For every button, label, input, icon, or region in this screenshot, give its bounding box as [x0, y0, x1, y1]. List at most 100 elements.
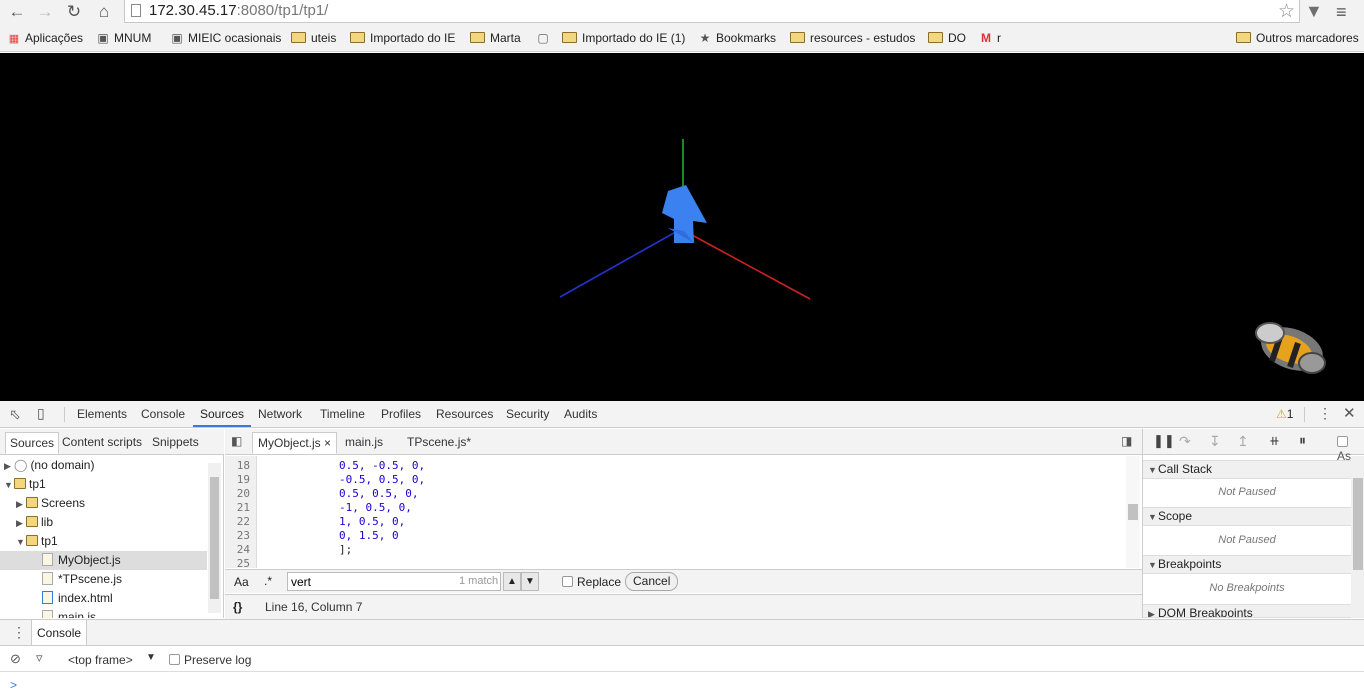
nav-tab-snippets[interactable]: Snippets	[152, 435, 199, 449]
tree-item-tp1-root[interactable]: ▼ tp1	[0, 475, 207, 494]
tab-audits[interactable]: Audits	[564, 407, 597, 421]
pretty-print-button[interactable]: {}	[233, 600, 242, 614]
bookmark-gmail[interactable]: Mr	[979, 31, 1001, 47]
bookmark-uteis[interactable]: uteis	[291, 31, 336, 47]
cancel-button[interactable]: Cancel	[625, 572, 679, 591]
tree-item-tpscene-js[interactable]: *TPscene.js	[0, 570, 207, 589]
device-mode-icon[interactable]: ▯	[37, 405, 45, 422]
menu-icon[interactable]: ≡	[1336, 2, 1347, 23]
tree-label: index.html	[58, 591, 113, 605]
code-line[interactable]: 1, 0.5, 0,	[339, 515, 405, 528]
toggle-debugger-icon[interactable]: ◨	[1121, 434, 1132, 448]
code-line[interactable]: 0.5, 0.5, 0,	[339, 487, 418, 500]
code-line[interactable]: -0.5, 0.5, 0,	[339, 473, 425, 486]
context-selector[interactable]: <top frame>	[68, 653, 133, 667]
forward-arrow-icon[interactable]: →	[34, 2, 56, 22]
reload-icon[interactable]: ↻	[63, 2, 85, 22]
pause-on-exceptions-icon[interactable]: ⏸	[1299, 432, 1306, 449]
call-stack-header[interactable]: ▼Call Stack	[1143, 460, 1351, 479]
tree-item-tp1[interactable]: ▼ tp1	[0, 532, 207, 551]
drawer-tab-console[interactable]: Console	[31, 620, 88, 645]
code-line[interactable]: ];	[339, 543, 352, 556]
inspect-element-icon[interactable]: ⬁	[9, 406, 21, 423]
tab-resources[interactable]: Resources	[436, 407, 493, 421]
address-bar[interactable]: 172.30.45.17:8080/tp1/tp1/ ☆	[124, 0, 1300, 23]
tab-elements[interactable]: Elements	[77, 407, 127, 421]
filter-icon[interactable]: ▿	[36, 650, 43, 666]
tree-label: tp1	[41, 534, 58, 548]
code-line[interactable]: -1, 0.5, 0,	[339, 501, 412, 514]
previous-match-button[interactable]: ▲	[503, 572, 521, 591]
async-checkbox[interactable]	[1337, 436, 1348, 447]
close-devtools-icon[interactable]: ✕	[1343, 404, 1356, 422]
editor-scrollbar[interactable]	[1126, 456, 1140, 568]
code-line[interactable]: 0.5, -0.5, 0,	[339, 459, 425, 472]
navigator-scrollbar[interactable]	[208, 463, 221, 613]
replace-checkbox[interactable]	[562, 576, 573, 587]
tree-item-main-js[interactable]: main.js	[0, 608, 207, 618]
preserve-log-checkbox[interactable]	[169, 654, 180, 665]
editor-tab-main[interactable]: main.js	[345, 435, 383, 449]
pause-icon[interactable]: ❚❚	[1153, 433, 1175, 449]
warning-counter[interactable]: ⚠1	[1276, 407, 1293, 421]
scrollbar-thumb[interactable]	[1353, 478, 1363, 570]
scope-header[interactable]: ▼Scope	[1143, 507, 1351, 526]
debugger-scrollbar[interactable]	[1351, 456, 1364, 618]
tab-network[interactable]: Network	[258, 407, 302, 421]
folder-icon	[790, 32, 805, 43]
deactivate-breakpoints-icon[interactable]: ⧺	[1269, 433, 1280, 449]
breakpoints-header[interactable]: ▼Breakpoints	[1143, 555, 1351, 574]
nav-tab-content-scripts[interactable]: Content scripts	[62, 435, 142, 449]
bookmark-mieic[interactable]: ▣ MIEIC ocasionais	[170, 31, 281, 47]
more-options-icon[interactable]: ⋮	[1318, 405, 1332, 422]
step-over-icon[interactable]: ↷	[1179, 433, 1191, 450]
tab-sources[interactable]: Sources	[200, 407, 244, 421]
tab-profiles[interactable]: Profiles	[381, 407, 421, 421]
next-match-button[interactable]: ▼	[521, 572, 539, 591]
bookmark-star-icon[interactable]: ☆	[1278, 0, 1295, 23]
close-tab-icon[interactable]: ×	[324, 436, 331, 450]
chevron-down-icon[interactable]: ▼	[146, 652, 156, 663]
step-into-icon[interactable]: ↧	[1209, 433, 1221, 450]
bookmark-page[interactable]: ▢	[536, 31, 554, 47]
tree-item-index-html[interactable]: index.html	[0, 589, 207, 608]
code-line[interactable]: 0, 1.5, 0	[339, 529, 399, 542]
tab-timeline[interactable]: Timeline	[320, 407, 365, 421]
clear-console-icon[interactable]: ⊘	[10, 651, 21, 667]
bookmark-importado-ie-1[interactable]: Importado do IE (1)	[562, 31, 685, 47]
home-icon[interactable]: ⌂	[93, 2, 115, 22]
step-out-icon[interactable]: ↥	[1237, 433, 1249, 450]
regex-toggle[interactable]: .*	[264, 574, 272, 588]
extension-icon[interactable]: ▼	[1305, 1, 1323, 22]
scrollbar-thumb[interactable]	[1128, 504, 1138, 520]
tab-security[interactable]: Security	[506, 407, 549, 421]
editor-tab-myobject[interactable]: MyObject.js ×	[252, 432, 338, 454]
webgl-canvas[interactable]	[0, 53, 1364, 401]
replace-toggle[interactable]: Replace	[562, 575, 621, 589]
preserve-log-toggle[interactable]: Preserve log	[169, 653, 251, 667]
tree-item-no-domain[interactable]: ▶ ◯ (no domain)	[0, 456, 207, 475]
match-case-toggle[interactable]: Aa	[234, 575, 249, 589]
bookmark-marta[interactable]: Marta	[470, 31, 521, 47]
tree-item-myobject-js[interactable]: MyObject.js	[0, 551, 207, 570]
code-editor[interactable]: 18 19 20 21 22 23 24 25 0.5, -0.5, 0, -0…	[225, 456, 1128, 568]
tree-item-lib[interactable]: ▶ lib	[0, 513, 207, 532]
tab-console[interactable]: Console	[141, 407, 185, 421]
dom-breakpoints-header[interactable]: ▶ DOM Breakpoints	[1143, 604, 1351, 618]
tree-item-screens[interactable]: ▶ Screens	[0, 494, 207, 513]
bookmark-apps[interactable]: ▦ Aplicações	[7, 31, 83, 47]
scrollbar-thumb[interactable]	[210, 477, 219, 599]
bookmark-mnum[interactable]: ▣ MNUM	[96, 31, 151, 47]
drawer-menu-icon[interactable]: ⋮	[12, 624, 26, 641]
console-prompt[interactable]: >	[10, 678, 17, 692]
bookmark-other[interactable]: Outros marcadores	[1236, 31, 1359, 47]
collapse-triangle-icon: ▼	[1148, 560, 1157, 570]
nav-tab-sources[interactable]: Sources	[5, 432, 60, 454]
bookmark-importado-ie[interactable]: Importado do IE	[350, 31, 455, 47]
back-arrow-icon[interactable]: ←	[6, 2, 28, 22]
editor-tab-tpscene[interactable]: TPscene.js*	[407, 435, 471, 449]
bookmark-do[interactable]: DO	[928, 31, 966, 47]
bookmark-bookmarks[interactable]: ★ Bookmarks	[698, 31, 776, 47]
bookmark-resources[interactable]: resources - estudos	[790, 31, 915, 47]
toggle-navigator-icon[interactable]: ◧	[231, 434, 242, 448]
